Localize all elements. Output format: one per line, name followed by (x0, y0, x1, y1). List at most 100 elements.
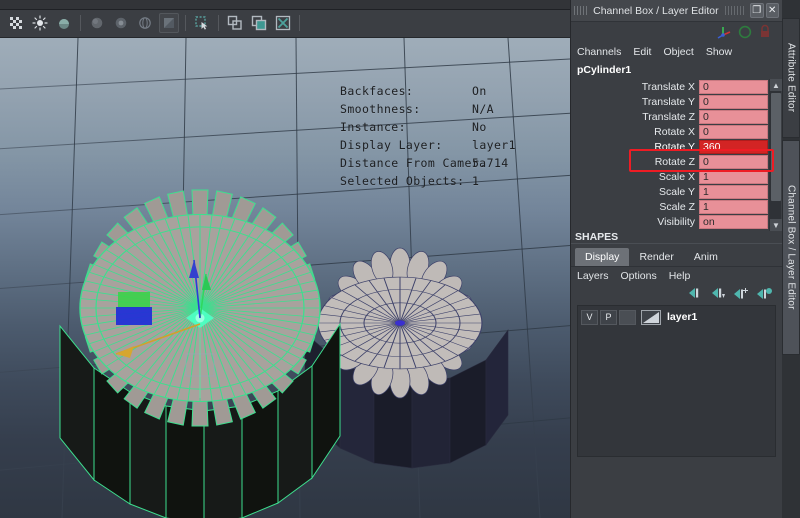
channel-label[interactable]: Translate Z (571, 111, 699, 123)
channel-label[interactable]: Rotate Z (571, 156, 699, 168)
channel-label[interactable]: Scale X (571, 171, 699, 183)
layer-visibility-toggle[interactable]: V (581, 309, 598, 325)
menu-help[interactable]: Help (669, 270, 691, 282)
channel-label[interactable]: Translate X (571, 81, 699, 93)
drag-gripper-icon[interactable] (574, 6, 589, 15)
maya-application-window: Backfaces: On Smoothness: N/A Instance: … (0, 0, 800, 518)
side-tab-label: Attribute Editor (785, 43, 797, 113)
channel-label[interactable]: Rotate Y (571, 141, 699, 153)
channel-label[interactable]: Rotate X (571, 126, 699, 138)
channel-row-scale-y[interactable]: Scale Y 1 (571, 184, 782, 199)
channel-row-translate-y[interactable]: Translate Y 0 (571, 94, 782, 109)
channel-row-translate-x[interactable]: Translate X 0 (571, 79, 782, 94)
hud-label: Distance From Camera (340, 156, 487, 170)
toolbar-top-strip (0, 0, 570, 10)
toolbar-separator (80, 14, 81, 31)
channel-row-rotate-z[interactable]: Rotate Z 0 (571, 154, 782, 169)
layer-move-down-icon[interactable] (710, 286, 726, 300)
hud-label: Display Layer: (340, 138, 443, 152)
channel-row-translate-z[interactable]: Translate Z 0 (571, 109, 782, 124)
selected-node-name: pCylinder1 (577, 64, 632, 76)
scroll-up-arrow-icon[interactable]: ▲ (770, 79, 782, 91)
channel-value-field[interactable]: 0 (699, 109, 768, 124)
refresh-circle-icon[interactable] (737, 24, 753, 40)
toolbar-separator (218, 14, 219, 31)
isolate-select-icon[interactable] (225, 13, 245, 33)
hardware-texture-icon[interactable] (111, 13, 131, 33)
3d-viewport[interactable]: Backfaces: On Smoothness: N/A Instance: … (0, 38, 570, 518)
panel-copy-icon[interactable] (249, 13, 269, 33)
smooth-shade-icon[interactable] (87, 13, 107, 33)
layer-move-up-icon[interactable] (687, 286, 703, 300)
display-layer-list[interactable]: V P layer1 (577, 305, 776, 457)
right-dock-tab-strip: Attribute Editor Channel Box / Layer Edi… (782, 0, 800, 518)
layer-template-toggle[interactable] (619, 309, 636, 325)
channel-value-field[interactable]: 0 (699, 94, 768, 109)
side-tab-attribute-editor[interactable]: Attribute Editor (782, 18, 800, 138)
shaded-flat-icon[interactable] (54, 13, 74, 33)
channel-label[interactable]: Visibility (571, 216, 699, 228)
menu-channels[interactable]: Channels (577, 46, 621, 58)
texture-grid-icon[interactable] (6, 13, 26, 33)
channel-value-field[interactable]: 0 (699, 154, 768, 169)
shapes-section-label: SHAPES (571, 231, 782, 244)
panel-title-bar[interactable]: Channel Box / Layer Editor ❐ ✕ (571, 0, 782, 22)
select-marquee-icon[interactable] (192, 13, 212, 33)
channel-row-rotate-y[interactable]: Rotate Y 360 (571, 139, 782, 154)
wireframe-sphere-icon[interactable] (135, 13, 155, 33)
channel-row-scale-z[interactable]: Scale Z 1 (571, 199, 782, 214)
channel-value-field[interactable]: on (699, 214, 768, 229)
layer-editor-toolbar (571, 284, 782, 303)
layer-name-label[interactable]: layer1 (667, 311, 697, 323)
tab-display[interactable]: Display (575, 248, 630, 266)
tab-anim[interactable]: Anim (683, 248, 728, 266)
hud-label: Backfaces: (340, 84, 414, 98)
channel-label[interactable]: Scale Y (571, 186, 699, 198)
menu-edit[interactable]: Edit (633, 46, 651, 58)
restore-panel-button[interactable]: ❐ (750, 3, 764, 18)
channel-row-visibility[interactable]: Visibility on (571, 214, 782, 229)
close-panel-button[interactable]: ✕ (765, 3, 779, 18)
layer-playback-toggle[interactable]: P (600, 309, 617, 325)
layer-color-swatch-icon[interactable] (641, 309, 661, 325)
layer-new-from-selected-icon[interactable] (756, 286, 772, 300)
tab-render[interactable]: Render (629, 248, 684, 266)
channel-box-layer-editor-panel: Channel Box / Layer Editor ❐ ✕ Channels … (570, 0, 782, 518)
menu-options[interactable]: Options (621, 270, 657, 282)
lock-icon[interactable] (757, 24, 773, 40)
hud-value: layer1 (472, 138, 516, 152)
channel-label[interactable]: Scale Z (571, 201, 699, 213)
channel-value-field[interactable]: 1 (699, 169, 768, 184)
drag-gripper-icon[interactable] (724, 6, 745, 15)
channel-row-rotate-x[interactable]: Rotate X 0 (571, 124, 782, 139)
hud-label: Instance: (340, 120, 406, 134)
hud-row: Selected Objects: 1 (340, 172, 516, 190)
xray-shaded-icon[interactable] (159, 12, 179, 33)
viewport-heads-up-display: Backfaces: On Smoothness: N/A Instance: … (340, 82, 516, 190)
side-tab-channel-box-layer-editor[interactable]: Channel Box / Layer Editor (782, 140, 800, 355)
layer-new-icon[interactable] (733, 286, 749, 300)
hud-value: 1 (472, 174, 480, 188)
channel-row-scale-x[interactable]: Scale X 1 (571, 169, 782, 184)
snapshot-icon[interactable] (273, 13, 293, 33)
menu-layers[interactable]: Layers (577, 270, 609, 282)
menu-show[interactable]: Show (706, 46, 732, 58)
channel-label[interactable]: Translate Y (571, 96, 699, 108)
channel-value-field[interactable]: 0 (699, 124, 768, 139)
hud-row: Display Layer: layer1 (340, 136, 516, 154)
hud-value: 5.714 (472, 156, 509, 170)
menu-object[interactable]: Object (663, 46, 693, 58)
axis-tripod-icon[interactable] (717, 24, 733, 40)
layer-row[interactable]: V P layer1 (581, 309, 772, 325)
scrollbar-thumb[interactable] (771, 93, 781, 201)
hud-label: Selected Objects: (340, 174, 465, 188)
channel-box-scrollbar[interactable]: ▲ ▼ (769, 79, 782, 231)
side-tab-label: Channel Box / Layer Editor (785, 185, 797, 310)
toolbar-separator (185, 14, 186, 31)
channel-value-field[interactable]: 0 (699, 79, 768, 94)
scroll-down-arrow-icon[interactable]: ▼ (770, 219, 782, 231)
channel-value-field[interactable]: 1 (699, 199, 768, 214)
channel-value-field[interactable]: 360 (699, 139, 768, 154)
channel-value-field[interactable]: 1 (699, 184, 768, 199)
light-bulb-icon[interactable] (30, 13, 50, 33)
